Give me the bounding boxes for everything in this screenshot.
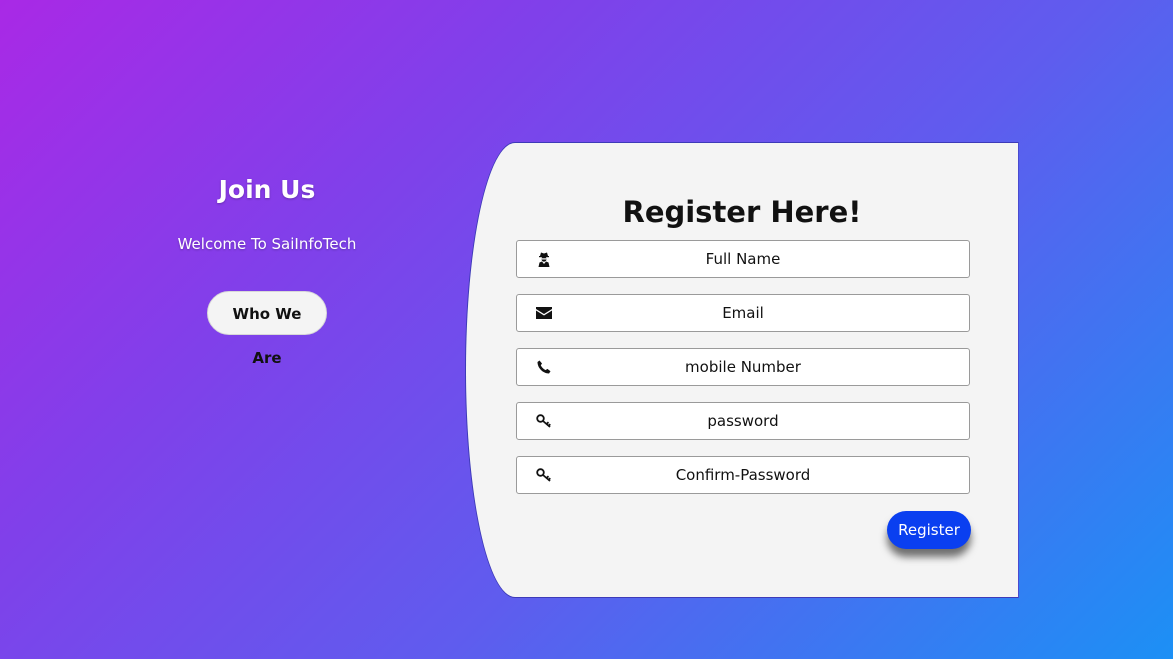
password-field[interactable]	[516, 402, 970, 440]
confirm-password-field[interactable]	[516, 456, 970, 494]
full-name-field[interactable]	[516, 240, 970, 278]
mobile-number-input[interactable]	[517, 349, 969, 385]
register-card: Register Here! Full Name Email mobile Nu…	[465, 142, 1019, 598]
full-name-input[interactable]	[517, 241, 969, 277]
who-we-are-button[interactable]: Who We Are	[207, 291, 327, 367]
phone-icon	[535, 358, 553, 376]
register-button[interactable]: Register	[887, 511, 971, 549]
mobile-number-field[interactable]	[516, 348, 970, 386]
email-input[interactable]	[517, 295, 969, 331]
confirm-password-input[interactable]	[517, 457, 969, 493]
envelope-icon	[535, 304, 553, 322]
key-icon	[535, 466, 553, 484]
user-secret-icon	[535, 250, 553, 268]
join-title: Join Us	[218, 175, 316, 204]
email-field[interactable]	[516, 294, 970, 332]
register-title: Register Here!	[622, 195, 862, 229]
join-panel: Join Us Welcome To SaiInfoTech Who We Ar…	[167, 172, 367, 367]
key-icon	[535, 412, 553, 430]
welcome-text: Welcome To SaiInfoTech	[177, 235, 357, 253]
password-input[interactable]	[517, 403, 969, 439]
